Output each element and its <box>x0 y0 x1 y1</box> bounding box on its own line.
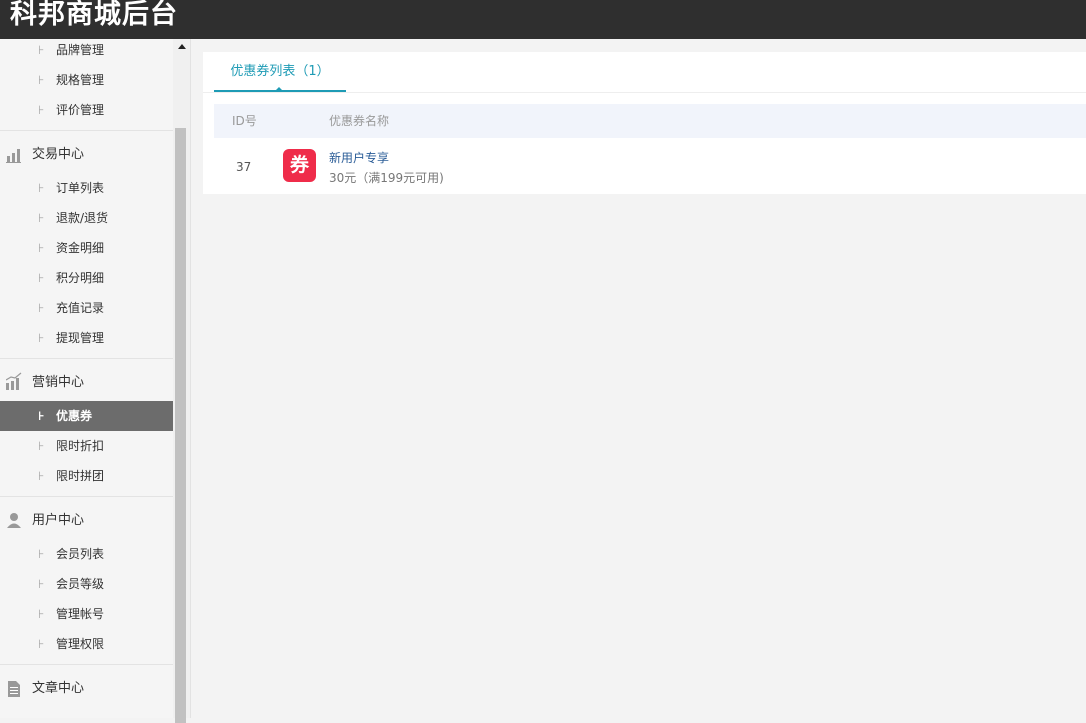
tab-coupon-list[interactable]: 优惠券列表（1） <box>214 52 346 92</box>
coupon-panel: 优惠券列表（1） ID号 优惠券名称 37 券 新用户专享 30元（满199元可… <box>203 52 1086 194</box>
sidebar-item-brand[interactable]: ⊦ 品牌管理 <box>0 39 173 65</box>
group-user[interactable]: 用户中心 <box>0 501 173 541</box>
divider <box>0 496 173 497</box>
sidebar-item-member-levels[interactable]: ⊦ 会员等级 <box>0 569 173 599</box>
column-coupon-name: 优惠券名称 <box>329 114 390 128</box>
coupon-description: 30元（满199元可用) <box>329 171 444 185</box>
group-trade[interactable]: 交易中心 <box>0 135 173 175</box>
sidebar: ⊦ 品牌管理 ⊦ 规格管理 ⊦ 评价管理 交易中心 ⊦ 订单列表 ⊦ 退款/退货 ⊦ 资金明… <box>0 39 173 718</box>
growth-chart-icon <box>5 363 22 403</box>
coupon-id: 37 <box>236 160 252 174</box>
table-header: ID号 优惠券名称 <box>214 104 1086 138</box>
sidebar-item-flash-discount[interactable]: ⊦ 限时折扣 <box>0 431 173 461</box>
brand-title: 科邦商城后台 <box>10 0 178 30</box>
sidebar-item-recharge[interactable]: ⊦ 充值记录 <box>0 293 173 323</box>
sidebar-item-points[interactable]: ⊦ 积分明细 <box>0 263 173 293</box>
sidebar-item-funds[interactable]: ⊦ 资金明细 <box>0 233 173 263</box>
sidebar-scrollbar[interactable] <box>173 39 191 723</box>
sidebar-item-review[interactable]: ⊦ 评价管理 <box>0 95 173 125</box>
document-icon <box>6 669 22 709</box>
divider <box>0 130 173 131</box>
sidebar-item-withdraw[interactable]: ⊦ 提现管理 <box>0 323 173 353</box>
scroll-up-arrow-icon[interactable] <box>178 44 186 49</box>
top-bar: 科邦商城后台 <box>0 0 1086 39</box>
sidebar-item-admin-accounts[interactable]: ⊦ 管理帐号 <box>0 599 173 629</box>
sidebar-item-refunds[interactable]: ⊦ 退款/退货 <box>0 203 173 233</box>
sidebar-item-coupon[interactable]: ⊦ 优惠券 <box>0 401 173 431</box>
tab-bar: 优惠券列表（1） <box>203 52 1086 93</box>
sidebar-item-orders[interactable]: ⊦ 订单列表 <box>0 173 173 203</box>
group-marketing[interactable]: 营销中心 <box>0 363 173 403</box>
tab-caret-icon <box>276 87 282 90</box>
scroll-thumb[interactable] <box>175 128 186 723</box>
divider <box>0 664 173 665</box>
sidebar-item-admin-permissions[interactable]: ⊦ 管理权限 <box>0 629 173 659</box>
table-row[interactable]: 37 券 新用户专享 30元（满199元可用) <box>214 139 1086 194</box>
column-id: ID号 <box>232 114 257 128</box>
sidebar-item-group-buy[interactable]: ⊦ 限时拼团 <box>0 461 173 491</box>
group-article[interactable]: 文章中心 <box>0 669 173 709</box>
user-icon <box>6 501 22 541</box>
divider <box>0 358 173 359</box>
sidebar-item-spec[interactable]: ⊦ 规格管理 <box>0 65 173 95</box>
sidebar-item-members[interactable]: ⊦ 会员列表 <box>0 539 173 569</box>
bar-chart-icon <box>6 135 22 175</box>
coupon-badge-icon: 券 <box>283 149 316 182</box>
coupon-name-link[interactable]: 新用户专享 <box>329 149 389 166</box>
